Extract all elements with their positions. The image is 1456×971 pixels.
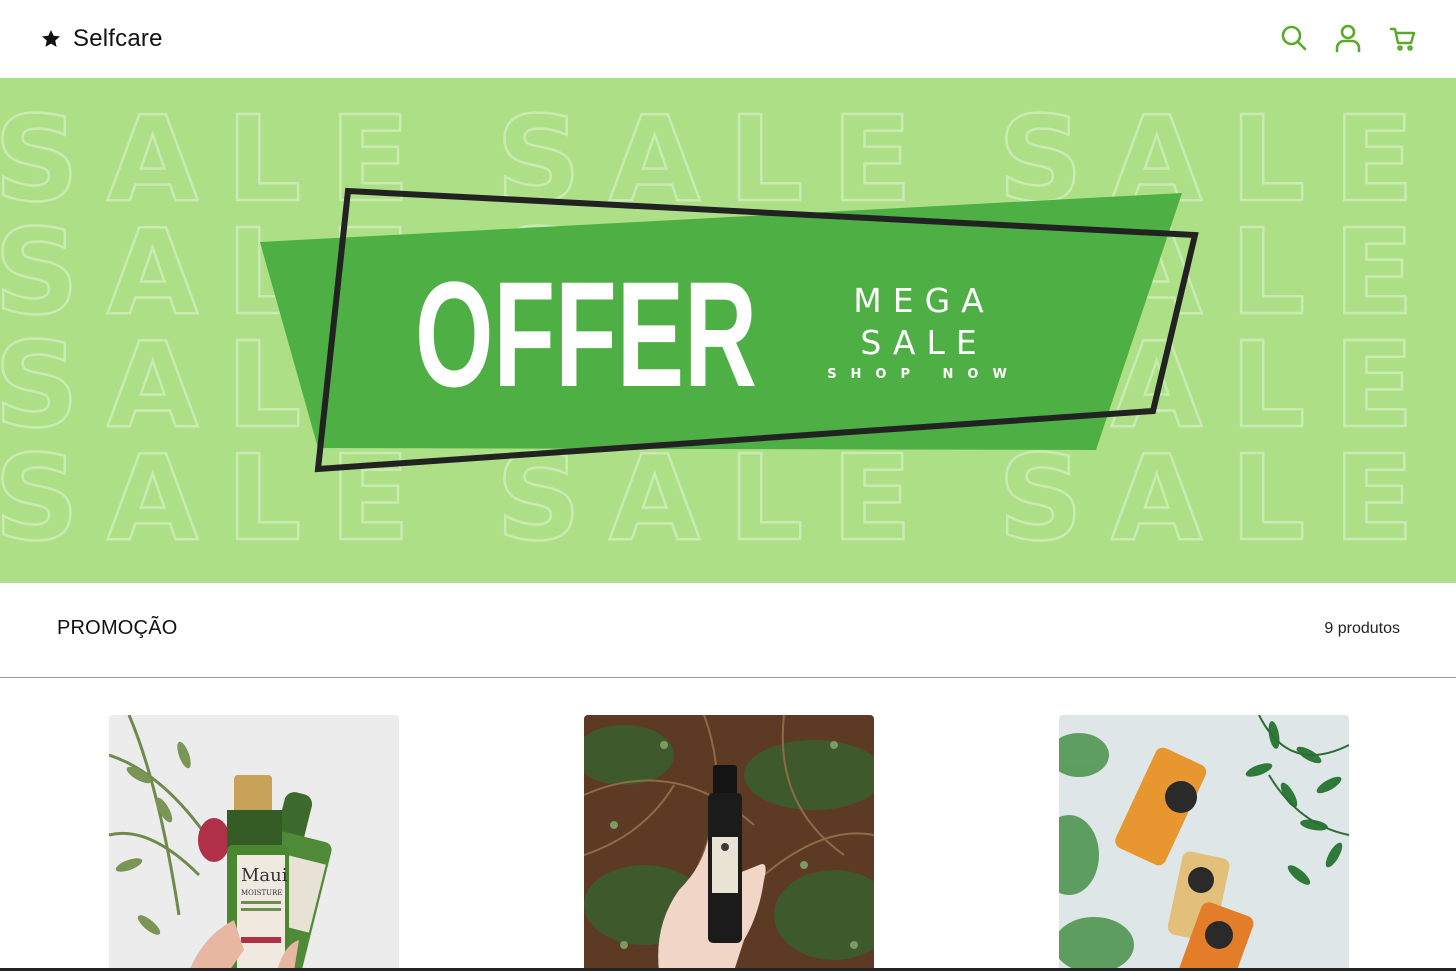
brand-logo[interactable]: Selfcare — [40, 22, 163, 56]
search-icon — [1281, 25, 1307, 51]
section-title: PROMOÇÃO — [57, 617, 178, 639]
product-card-1[interactable]: Maui MOISTURE — [109, 715, 399, 971]
section-divider — [0, 677, 1456, 678]
cart-icon — [1389, 27, 1416, 51]
banner-bg-word: SALE — [0, 429, 438, 567]
product-card-2[interactable] — [584, 715, 874, 971]
site-header: Selfcare — [0, 0, 1456, 78]
search-button[interactable] — [1279, 23, 1309, 53]
svg-text:MOISTURE: MOISTURE — [241, 889, 282, 897]
banner-line-2: SALE — [860, 323, 987, 362]
product-card-3[interactable] — [1059, 715, 1349, 971]
svg-text:Maui: Maui — [241, 865, 288, 886]
product-image-3 — [1059, 715, 1349, 971]
account-button[interactable] — [1333, 23, 1363, 53]
cart-button[interactable] — [1388, 23, 1418, 53]
banner-line-1: MEGA — [853, 281, 994, 320]
product-image-1: Maui MOISTURE — [109, 715, 399, 971]
brand-name: Selfcare — [73, 25, 163, 52]
product-image-2 — [584, 715, 874, 971]
user-icon — [1335, 24, 1361, 53]
product-count: 9 produtos — [1324, 620, 1400, 637]
star-icon — [42, 30, 60, 47]
banner-cta[interactable]: SHOP NOW — [827, 367, 1021, 382]
promo-banner[interactable]: SALE SALE SALE SALE SALE SALE SALE SALE … — [0, 78, 1456, 583]
banner-artwork: SALE SALE SALE SALE SALE SALE SALE SALE … — [0, 89, 1415, 569]
banner-headline: OFFER — [415, 250, 757, 418]
